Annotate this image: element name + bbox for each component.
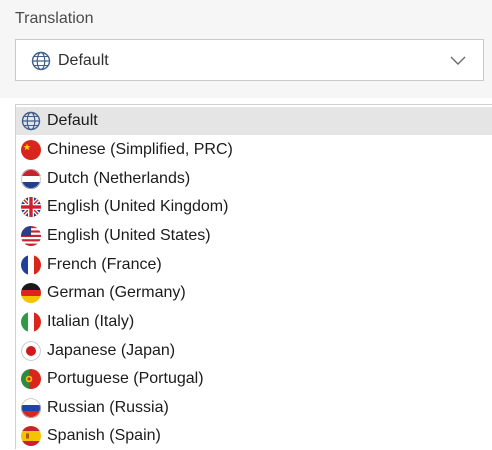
option-label: Default [47,112,98,129]
flag-russia-icon [21,398,41,418]
option-label: Portuguese (Portugal) [47,370,204,387]
translation-select[interactable]: Default [15,39,484,81]
option-english-uk[interactable]: English (United Kingdom) [16,193,492,221]
option-label: German (Germany) [47,284,186,301]
option-italian[interactable]: Italian (Italy) [16,308,492,336]
language-dropdown-list: Default Chinese (Simplified, PRC) Dutch … [15,104,492,449]
option-portuguese[interactable]: Portuguese (Portugal) [16,365,492,393]
flag-france-icon [21,255,41,275]
option-label: French (France) [47,256,162,273]
chevron-down-icon[interactable] [449,53,467,67]
option-label: Dutch (Netherlands) [47,170,191,187]
flag-netherlands-icon [21,169,41,189]
option-label: Japanese (Japan) [47,342,176,359]
option-russian[interactable]: Russian (Russia) [16,394,492,422]
flag-portugal-icon [21,369,41,389]
option-default[interactable]: Default [16,107,492,135]
option-label: English (United States) [47,227,211,244]
option-japanese[interactable]: Japanese (Japan) [16,337,492,365]
option-label: English (United Kingdom) [47,198,229,215]
flag-germany-icon [21,283,41,303]
option-label: Italian (Italy) [47,313,135,330]
option-french[interactable]: French (France) [16,251,492,279]
select-value: Default [58,52,109,69]
option-spanish[interactable]: Spanish (Spain) [16,422,492,450]
option-label: Spanish (Spain) [47,427,161,444]
flag-japan-icon [21,341,41,361]
flag-us-icon [21,226,41,246]
option-dutch[interactable]: Dutch (Netherlands) [16,165,492,193]
option-chinese[interactable]: Chinese (Simplified, PRC) [16,136,492,164]
flag-italy-icon [21,312,41,332]
flag-uk-icon [21,197,41,217]
option-label: Russian (Russia) [47,399,169,416]
translation-label: Translation [15,10,94,27]
globe-icon [21,111,41,131]
option-english-us[interactable]: English (United States) [16,222,492,250]
flag-spain-icon [21,426,41,446]
option-german[interactable]: German (Germany) [16,279,492,307]
globe-icon [31,51,51,71]
option-label: Chinese (Simplified, PRC) [47,141,233,158]
flag-china-icon [21,140,41,160]
